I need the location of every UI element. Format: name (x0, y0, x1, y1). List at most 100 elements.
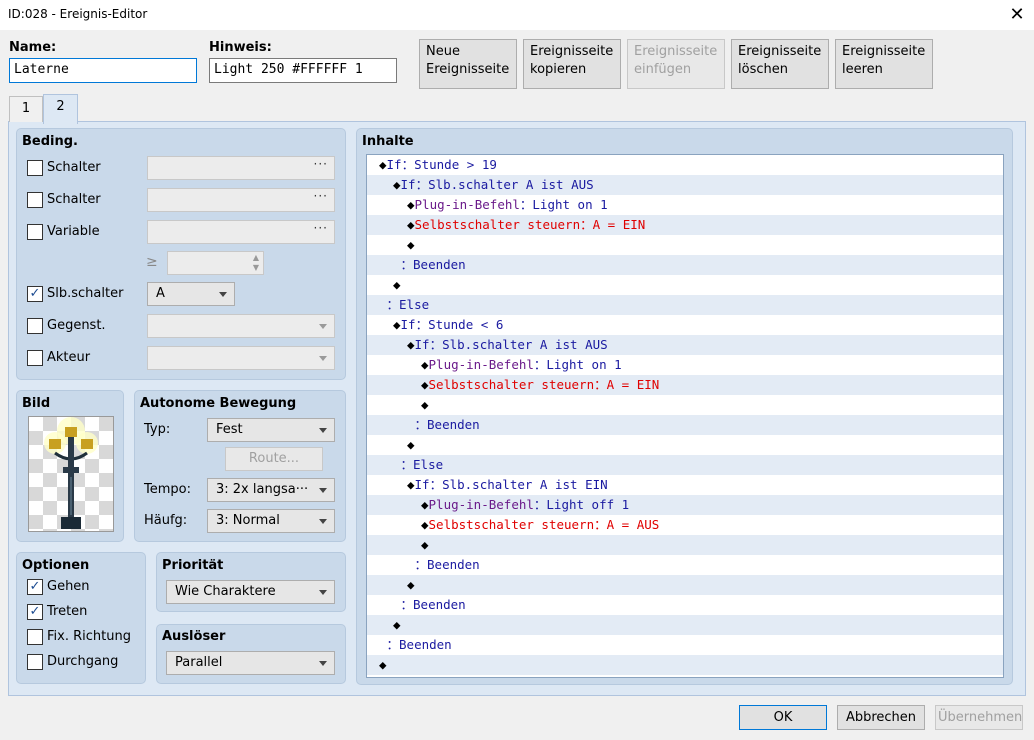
command-text: ◆If：Slb.schalter A ist AUS (367, 177, 594, 192)
actor-checkbox[interactable] (27, 350, 43, 366)
note-input[interactable]: Light 250 #FFFFFF 1 (209, 58, 397, 83)
fixdir-checkbox[interactable] (27, 629, 43, 645)
selfswitch-checkbox[interactable]: ✓ (27, 286, 43, 302)
command-row[interactable]: ◆ (367, 235, 1003, 255)
priority-select[interactable]: Wie Charaktere (166, 580, 335, 604)
command-row[interactable]: ◆Plug-in-Befehl：Light on 1 (367, 355, 1003, 375)
command-row[interactable]: ◆Selbstschalter steuern：A = AUS (367, 515, 1003, 535)
command-row[interactable]: ：Beenden (367, 595, 1003, 615)
item-checkbox[interactable] (27, 318, 43, 334)
command-row[interactable]: ：Beenden (367, 635, 1003, 655)
command-row[interactable]: ◆If：Slb.schalter A ist AUS (367, 175, 1003, 195)
through-checkbox[interactable] (27, 654, 43, 670)
switch2-checkbox[interactable] (27, 192, 43, 208)
delete-page-button[interactable]: Ereignisseite löschen (731, 39, 829, 89)
command-marker-icon: ◆ (407, 437, 415, 452)
copy-page-button[interactable]: Ereignisseite kopieren (523, 39, 621, 89)
type-value: Fest (216, 422, 243, 437)
command-text: ◆ (367, 577, 415, 592)
close-icon[interactable]: ✕ (1003, 2, 1031, 28)
ellipsis-icon: ··· (313, 189, 328, 203)
speed-value: 3: 2x langsa··· (216, 482, 309, 497)
apply-button[interactable]: Übernehmen (935, 705, 1023, 730)
route-button[interactable]: Route... (225, 447, 323, 471)
lamppost-icon (44, 417, 98, 529)
variable-value-spinner[interactable]: ▲ ▼ (167, 251, 264, 275)
command-text: ◆If：Slb.schalter A ist EIN (367, 477, 608, 492)
paste-page-button[interactable]: Ereignisseite einfügen (627, 39, 725, 89)
selfswitch-select[interactable]: A (147, 282, 235, 306)
command-segment: ：Light off 1 (533, 497, 630, 512)
note-label: Hinweis: (209, 40, 272, 55)
command-row[interactable]: ◆Plug-in-Befehl：Light on 1 (367, 195, 1003, 215)
command-text: ：Else (367, 297, 430, 312)
tab-page-2[interactable]: 2 (43, 94, 78, 124)
chevron-down-icon (319, 590, 327, 595)
command-row[interactable]: ◆ (367, 655, 1003, 675)
command-segment: Plug-in-Befehl (428, 357, 534, 372)
command-segment: If：Slb.schalter A ist AUS (414, 337, 608, 352)
freq-select[interactable]: 3: Normal (207, 509, 335, 533)
command-row[interactable]: ◆ (367, 535, 1003, 555)
name-input[interactable]: Laterne (9, 58, 197, 83)
clear-page-button[interactable]: Ereignisseite leeren (835, 39, 933, 89)
command-row[interactable]: ◆ (367, 275, 1003, 295)
command-row[interactable]: ◆Selbstschalter steuern：A = EIN (367, 375, 1003, 395)
command-row[interactable]: ◆If：Slb.schalter A ist AUS (367, 335, 1003, 355)
command-row[interactable]: ：Else (367, 455, 1003, 475)
command-row[interactable]: ◆If：Stunde > 19 (367, 155, 1003, 175)
command-row[interactable]: ：Else (367, 295, 1003, 315)
command-row[interactable]: ：Beenden (367, 255, 1003, 275)
command-row[interactable]: ◆ (367, 575, 1003, 595)
command-row[interactable]: ：Beenden (367, 555, 1003, 575)
switch2-label: Schalter (47, 192, 101, 207)
command-text: ◆Selbstschalter steuern：A = EIN (367, 217, 645, 232)
command-row[interactable]: ：Beenden (367, 415, 1003, 435)
command-row[interactable]: ◆ (367, 435, 1003, 455)
freq-label: Häufg: (144, 513, 188, 528)
conditions-title: Beding. (22, 134, 78, 149)
command-row[interactable]: ◆Selbstschalter steuern：A = EIN (367, 215, 1003, 235)
switch2-select[interactable]: ··· (147, 188, 335, 212)
options-title: Optionen (22, 558, 90, 573)
command-row[interactable]: ◆If：Stunde < 6 (367, 315, 1003, 335)
walk-checkbox[interactable]: ✓ (27, 579, 43, 595)
command-segment: If：Stunde < 6 (400, 317, 504, 332)
variable-checkbox[interactable] (27, 224, 43, 240)
step-label: Treten (47, 604, 88, 619)
command-marker-icon: ◆ (421, 357, 429, 372)
command-text: ◆Plug-in-Befehl：Light on 1 (367, 197, 608, 212)
command-text: ：Beenden (367, 597, 466, 612)
new-page-button[interactable]: Neue Ereignisseite (419, 39, 517, 89)
item-select[interactable] (147, 314, 335, 338)
command-marker-icon: ◆ (379, 157, 387, 172)
command-row[interactable]: ◆If：Slb.schalter A ist EIN (367, 475, 1003, 495)
chevron-down-icon (219, 292, 227, 297)
tab-page-1[interactable]: 1 (9, 96, 43, 122)
switch1-select[interactable]: ··· (147, 156, 335, 180)
command-segment: ：Beenden (386, 637, 452, 652)
event-image[interactable] (28, 416, 114, 532)
speed-select[interactable]: 3: 2x langsa··· (207, 478, 335, 502)
trigger-select[interactable]: Parallel (166, 651, 335, 675)
step-checkbox[interactable]: ✓ (27, 604, 43, 620)
command-text: ：Beenden (367, 557, 480, 572)
spin-up-icon[interactable]: ▲ (253, 253, 259, 262)
command-text: ：Else (367, 457, 444, 472)
delete-page-label-1: Ereignisseite (738, 44, 822, 59)
movement-title: Autonome Bewegung (140, 396, 297, 411)
command-row[interactable]: ◆Plug-in-Befehl：Light off 1 (367, 495, 1003, 515)
ok-button[interactable]: OK (739, 705, 827, 730)
cancel-button[interactable]: Abbrechen (837, 705, 925, 730)
selfswitch-value: A (156, 286, 165, 301)
variable-select[interactable]: ··· (147, 220, 335, 244)
command-marker-icon: ◆ (421, 517, 429, 532)
event-command-list[interactable]: ◆If：Stunde > 19 ◆If：Slb.schalter A ist AU… (366, 154, 1004, 678)
type-select[interactable]: Fest (207, 418, 335, 442)
command-row[interactable]: ◆ (367, 615, 1003, 635)
actor-select[interactable] (147, 346, 335, 370)
paste-page-label-1: Ereignisseite (634, 44, 718, 59)
spin-down-icon[interactable]: ▼ (253, 263, 259, 272)
switch1-checkbox[interactable] (27, 160, 43, 176)
command-row[interactable]: ◆ (367, 395, 1003, 415)
